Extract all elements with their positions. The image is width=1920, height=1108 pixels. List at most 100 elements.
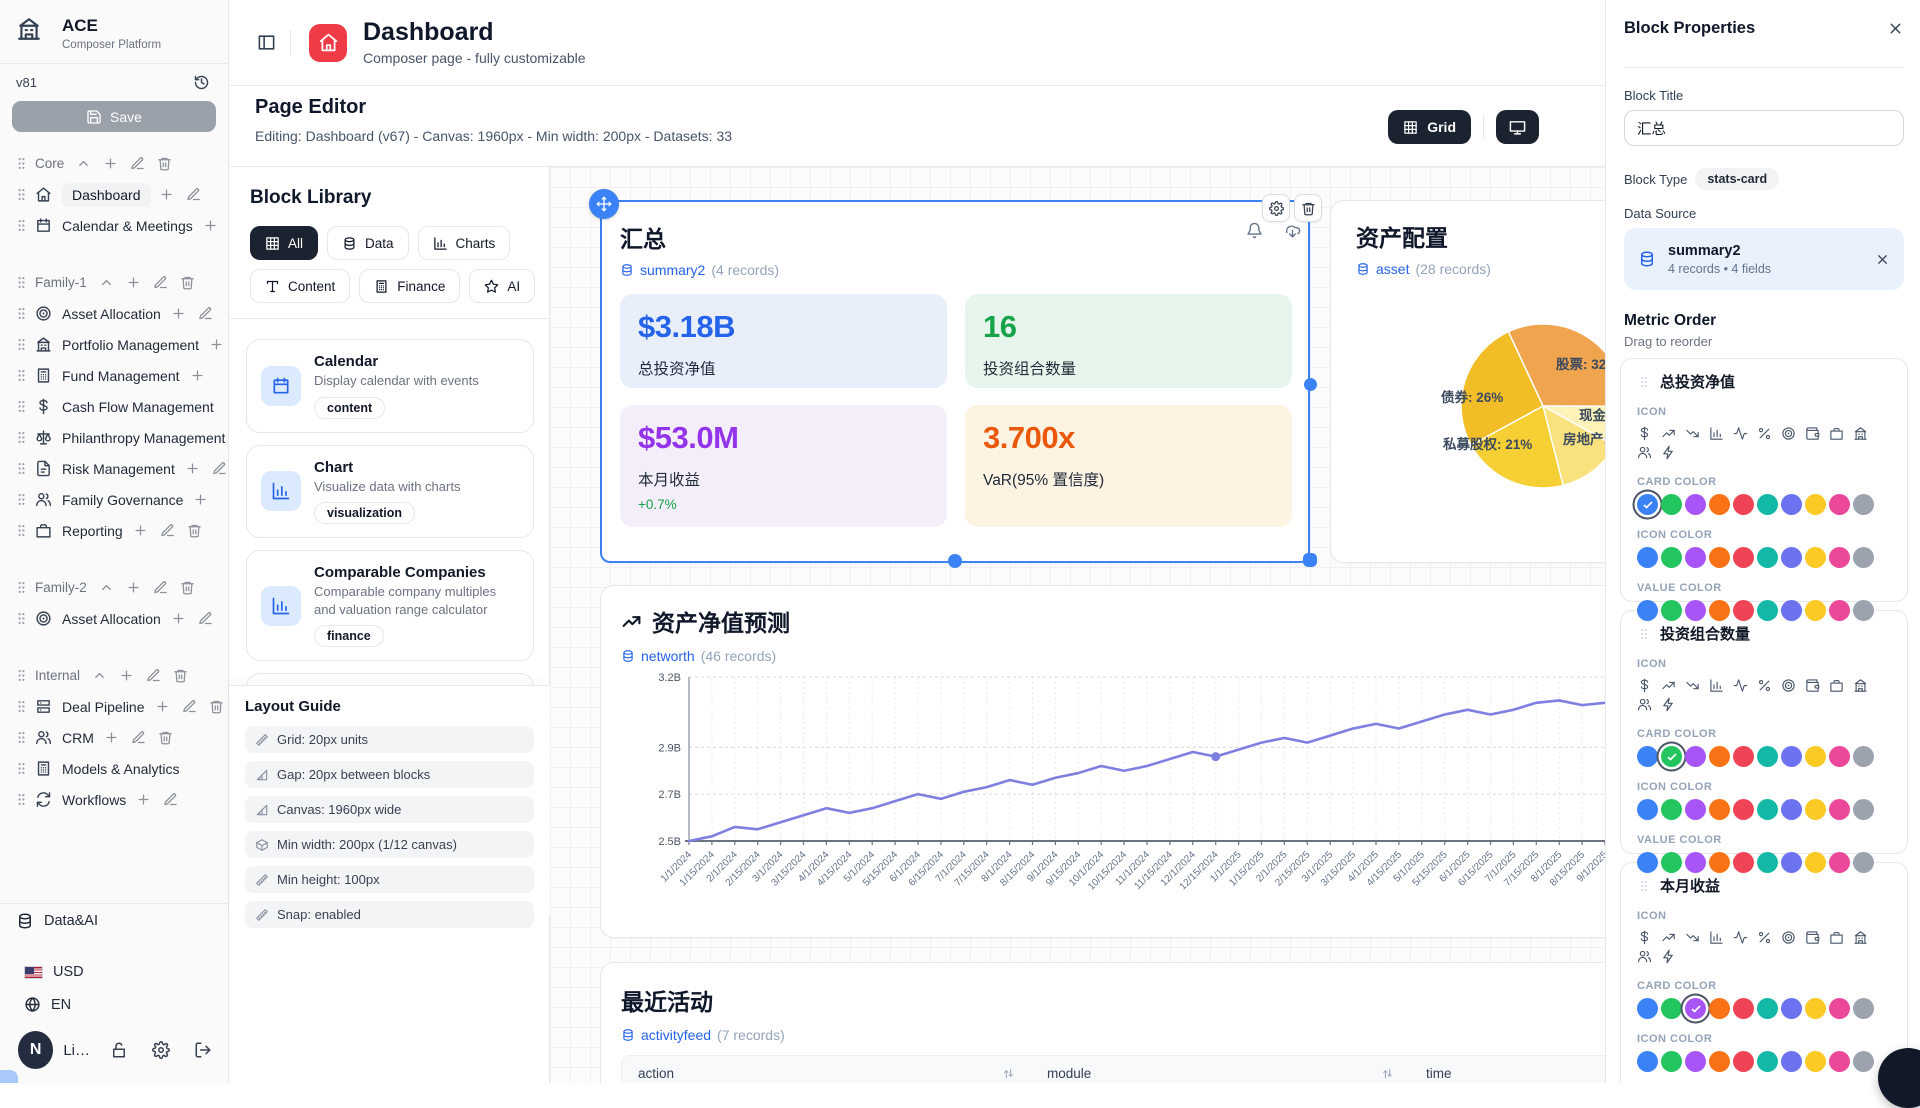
color-dot-9[interactable] [1853,746,1874,767]
color-dot-1[interactable] [1661,494,1682,515]
metric-icon-briefcase[interactable] [1829,928,1844,947]
color-dot-0[interactable] [1637,852,1658,873]
item-plus-button[interactable] [185,461,200,476]
filter-chip-data[interactable]: Data [327,226,409,260]
drag-handle-icon[interactable] [14,275,29,290]
metric-icon-lightning[interactable] [1661,695,1676,714]
color-dot-4[interactable] [1733,746,1754,767]
drag-handle-icon[interactable] [14,580,29,595]
data-ai-item[interactable]: Data&AI [0,904,228,938]
metric-icon-activity[interactable] [1733,424,1748,443]
drag-handle-icon[interactable] [14,730,29,745]
color-dot-5[interactable] [1757,998,1778,1019]
filter-chip-all[interactable]: All [250,226,318,260]
cloud-download-icon[interactable] [1284,222,1301,239]
section-trash-button[interactable] [180,275,195,290]
metric-icon-dollar[interactable] [1637,928,1652,947]
library-card-chart[interactable]: ChartVisualize data with chartsvisualiza… [246,445,534,539]
section-chevUp-button[interactable] [99,580,114,595]
color-dot-1[interactable] [1661,998,1682,1019]
color-dot-7[interactable] [1805,998,1826,1019]
section-plus-button[interactable] [119,668,134,683]
color-dot-9[interactable] [1853,852,1874,873]
move-handle[interactable] [589,189,619,219]
color-dot-1[interactable] [1661,799,1682,820]
color-dot-8[interactable] [1829,547,1850,568]
section-trash-button[interactable] [173,668,188,683]
metric-icon-wallet[interactable] [1805,424,1820,443]
drag-handle-icon[interactable] [14,337,29,352]
history-button[interactable] [193,74,210,91]
drag-handle-icon[interactable] [14,187,29,202]
sidebar-item-crm[interactable]: CRM [0,722,228,753]
metric-icon-users[interactable] [1637,947,1652,966]
color-dot-4[interactable] [1733,494,1754,515]
block-networth[interactable]: 资产净值预测networth(46 records)1/1/20241/15/2… [600,585,1605,938]
metric-icon-chart[interactable] [1709,928,1724,947]
color-dot-6[interactable] [1781,1051,1802,1072]
color-dot-2[interactable] [1685,746,1706,767]
metric-icon-target[interactable] [1781,676,1796,695]
color-dot-4[interactable] [1733,600,1754,621]
filter-chip-charts[interactable]: Charts [418,226,511,260]
currency-selector[interactable]: USD [0,956,228,988]
color-dot-0[interactable] [1637,494,1658,515]
item-plus-button[interactable] [171,306,186,321]
color-dot-3[interactable] [1709,746,1730,767]
preview-button[interactable] [1496,110,1539,144]
metric-icon-activity[interactable] [1733,928,1748,947]
drag-handle-icon[interactable] [14,461,29,476]
resize-right-handle[interactable] [1304,378,1317,391]
item-plus-button[interactable] [190,368,205,383]
color-dot-3[interactable] [1709,799,1730,820]
drag-handle-icon[interactable] [14,792,29,807]
section-plus-button[interactable] [103,156,118,171]
color-dot-7[interactable] [1805,799,1826,820]
metric-icon-trendUp[interactable] [1661,676,1676,695]
color-dot-2[interactable] [1685,494,1706,515]
block-title-input[interactable]: 汇总 [1624,110,1904,146]
block-delete-button[interactable] [1294,194,1322,222]
color-dot-3[interactable] [1709,547,1730,568]
color-dot-9[interactable] [1853,547,1874,568]
color-dot-3[interactable] [1709,1051,1730,1072]
sidebar-item-philanthropy-management[interactable]: Philanthropy Management [0,422,228,453]
color-dot-6[interactable] [1781,746,1802,767]
metric-icon-users[interactable] [1637,443,1652,462]
metric-icon-trendUp[interactable] [1661,928,1676,947]
metric-icon-dollar[interactable] [1637,424,1652,443]
color-dot-2[interactable] [1685,1051,1706,1072]
gear-icon[interactable] [152,1041,170,1059]
section-chevUp-button[interactable] [76,156,91,171]
library-card-comparable-companies[interactable]: Comparable CompaniesComparable company m… [246,550,534,661]
color-dot-7[interactable] [1805,746,1826,767]
color-dot-2[interactable] [1685,799,1706,820]
metric-icon-bank[interactable] [1853,424,1868,443]
metric-icon-percent[interactable] [1757,928,1772,947]
color-dot-9[interactable] [1853,1051,1874,1072]
block-summary[interactable]: 汇总summary2(4 records)$3.18B总投资净值16投资组合数量… [600,200,1310,563]
item-pencil-button[interactable] [212,461,227,476]
color-dot-5[interactable] [1757,746,1778,767]
color-dot-5[interactable] [1757,600,1778,621]
color-dot-4[interactable] [1733,998,1754,1019]
drag-handle-icon[interactable] [1637,627,1651,641]
block-activity[interactable]: 最近活动activityfeed(7 records)actionmodulet… [600,962,1605,1083]
metric-icon-users[interactable] [1637,695,1652,714]
item-plus-button[interactable] [104,730,119,745]
metric-icon-chart[interactable] [1709,424,1724,443]
color-dot-9[interactable] [1853,799,1874,820]
metric-icon-trendUp[interactable] [1661,424,1676,443]
drag-handle-icon[interactable] [14,492,29,507]
drag-handle-icon[interactable] [14,399,29,414]
sidebar-item-risk-management[interactable]: Risk Management [0,453,228,484]
item-trash-button[interactable] [209,699,224,714]
section-plus-button[interactable] [126,275,141,290]
sort-icon[interactable] [1381,1067,1394,1080]
item-plus-button[interactable] [155,699,170,714]
sidebar-item-cash-flow-management[interactable]: Cash Flow Management [0,391,228,422]
metric-icon-target[interactable] [1781,424,1796,443]
section-chevUp-button[interactable] [99,275,114,290]
item-trash-button[interactable] [187,523,202,538]
close-icon[interactable] [1887,20,1904,37]
